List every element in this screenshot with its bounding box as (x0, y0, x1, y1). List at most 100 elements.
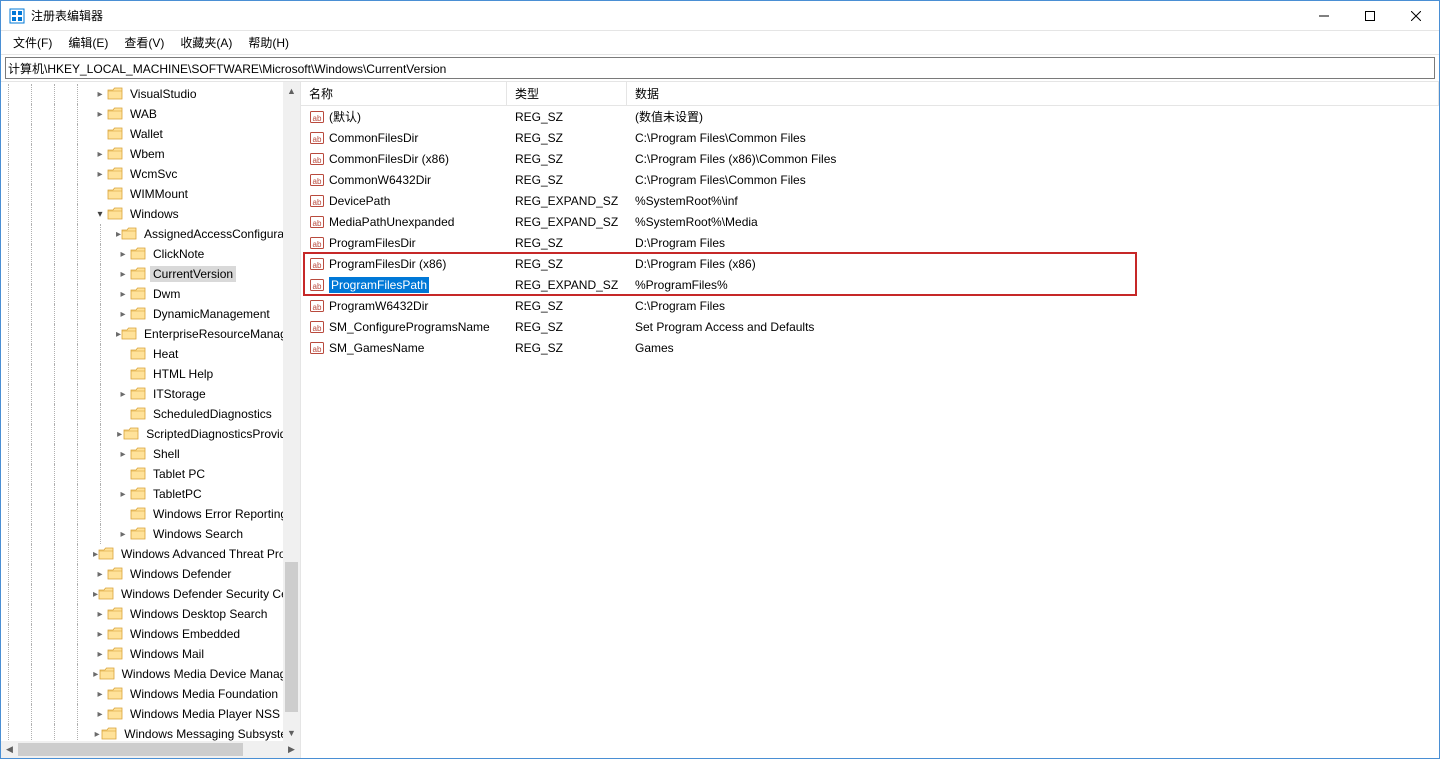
chevron-right-icon[interactable]: ▸ (116, 289, 130, 300)
menu-favorites[interactable]: 收藏夹(A) (172, 32, 240, 53)
chevron-right-icon[interactable]: ▸ (93, 709, 107, 720)
tree-item[interactable]: ▸Windows Defender Security Center (1, 584, 300, 604)
column-header-type[interactable]: 类型 (507, 82, 627, 105)
value-row[interactable]: abProgramFilesDir (x86)REG_SZD:\Program … (301, 253, 1439, 274)
chevron-right-icon[interactable]: ▸ (93, 609, 107, 620)
scroll-left-icon[interactable]: ◀ (1, 741, 18, 758)
chevron-right-icon[interactable]: ▸ (93, 649, 107, 660)
value-row[interactable]: abProgramW6432DirREG_SZC:\Program Files (301, 295, 1439, 316)
tree-item-label: VisualStudio (127, 86, 200, 102)
horizontal-scroll-thumb[interactable] (18, 743, 243, 756)
chevron-right-icon[interactable]: ▸ (93, 149, 107, 160)
value-row[interactable]: abSM_ConfigureProgramsNameREG_SZSet Prog… (301, 316, 1439, 337)
chevron-right-icon[interactable]: ▸ (93, 569, 107, 580)
minimize-button[interactable] (1301, 1, 1347, 31)
svg-text:ab: ab (313, 135, 322, 144)
svg-text:ab: ab (313, 240, 322, 249)
tree-vertical-scrollbar[interactable]: ▲ ▼ (283, 82, 300, 741)
tree-item[interactable]: ▸Shell (1, 444, 300, 464)
svg-text:ab: ab (313, 156, 322, 165)
tree-item[interactable]: ▸Wbem (1, 144, 300, 164)
chevron-right-icon[interactable]: ▸ (93, 109, 107, 120)
value-row[interactable]: abDevicePathREG_EXPAND_SZ%SystemRoot%\in… (301, 190, 1439, 211)
chevron-right-icon[interactable]: ▸ (116, 269, 130, 280)
tree-item[interactable]: Tablet PC (1, 464, 300, 484)
scroll-right-icon[interactable]: ▶ (283, 741, 300, 758)
tree-item[interactable]: ▸Windows Search (1, 524, 300, 544)
menu-file[interactable]: 文件(F) (5, 32, 60, 53)
folder-icon (130, 367, 146, 381)
tree-item[interactable]: ▸ClickNote (1, 244, 300, 264)
tree-item[interactable]: ▾Windows (1, 204, 300, 224)
menu-view[interactable]: 查看(V) (116, 32, 172, 53)
scroll-down-icon[interactable]: ▼ (283, 724, 300, 741)
chevron-right-icon[interactable]: ▸ (116, 429, 123, 440)
tree-item[interactable]: ScheduledDiagnostics (1, 404, 300, 424)
value-row[interactable]: abCommonFilesDirREG_SZC:\Program Files\C… (301, 127, 1439, 148)
tree-item[interactable]: Windows Error Reporting (1, 504, 300, 524)
value-row[interactable]: abSM_GamesNameREG_SZGames (301, 337, 1439, 358)
folder-icon (130, 447, 146, 461)
tree-item[interactable]: ▸EnterpriseResourceManager (1, 324, 300, 344)
value-row[interactable]: ab(默认)REG_SZ(数值未设置) (301, 106, 1439, 127)
menu-help[interactable]: 帮助(H) (240, 32, 297, 53)
tree-item[interactable]: ▸Windows Media Foundation (1, 684, 300, 704)
titlebar[interactable]: 注册表编辑器 (1, 1, 1439, 31)
tree-item[interactable]: ▸Windows Mail (1, 644, 300, 664)
tree-item[interactable]: WIMMount (1, 184, 300, 204)
chevron-down-icon[interactable]: ▾ (93, 209, 107, 220)
folder-icon (107, 207, 123, 221)
chevron-right-icon[interactable]: ▸ (93, 689, 107, 700)
tree-item[interactable]: ▸CurrentVersion (1, 264, 300, 284)
chevron-right-icon[interactable]: ▸ (116, 309, 130, 320)
tree-item[interactable]: ▸AssignedAccessConfiguration (1, 224, 300, 244)
value-row[interactable]: abCommonFilesDir (x86)REG_SZC:\Program F… (301, 148, 1439, 169)
chevron-right-icon[interactable]: ▸ (116, 529, 130, 540)
value-row[interactable]: abMediaPathUnexpandedREG_EXPAND_SZ%Syste… (301, 211, 1439, 232)
value-data: (数值未设置) (627, 108, 1439, 125)
vertical-scroll-thumb[interactable] (285, 562, 298, 712)
column-header-data[interactable]: 数据 (627, 82, 1439, 105)
tree-item[interactable]: ▸TabletPC (1, 484, 300, 504)
close-button[interactable] (1393, 1, 1439, 31)
column-header-name[interactable]: 名称 (301, 82, 507, 105)
tree-item[interactable]: HTML Help (1, 364, 300, 384)
tree-item[interactable]: ▸Windows Messaging Subsystem (1, 724, 300, 741)
value-row[interactable]: abCommonW6432DirREG_SZC:\Program Files\C… (301, 169, 1439, 190)
tree-horizontal-scrollbar[interactable]: ◀ ▶ (1, 741, 300, 758)
chevron-right-icon[interactable]: ▸ (93, 729, 101, 740)
address-bar[interactable]: 计算机\HKEY_LOCAL_MACHINE\SOFTWARE\Microsof… (5, 57, 1435, 79)
value-name: SM_GamesName (329, 341, 424, 355)
tree-item[interactable]: ▸DynamicManagement (1, 304, 300, 324)
value-row[interactable]: abProgramFilesPathREG_EXPAND_SZ%ProgramF… (301, 274, 1439, 295)
tree-item[interactable]: ▸Dwm (1, 284, 300, 304)
chevron-right-icon[interactable]: ▸ (116, 389, 130, 400)
tree-item[interactable]: ▸ VisualStudio (1, 84, 300, 104)
chevron-right-icon[interactable]: ▸ (93, 629, 107, 640)
chevron-right-icon[interactable]: ▸ (116, 249, 130, 260)
scroll-up-icon[interactable]: ▲ (283, 82, 300, 99)
tree-item[interactable]: ▸ITStorage (1, 384, 300, 404)
value-row[interactable]: abProgramFilesDirREG_SZD:\Program Files (301, 232, 1439, 253)
tree-item[interactable]: ▸ScriptedDiagnosticsProvider (1, 424, 300, 444)
maximize-button[interactable] (1347, 1, 1393, 31)
chevron-right-icon[interactable]: ▸ (93, 169, 107, 180)
tree-item[interactable]: ▸Windows Advanced Threat Protection (1, 544, 300, 564)
tree-item[interactable]: Wallet (1, 124, 300, 144)
chevron-right-icon[interactable]: ▸ (93, 89, 107, 100)
tree-item[interactable]: Heat (1, 344, 300, 364)
chevron-right-icon[interactable]: ▸ (116, 489, 130, 500)
registry-tree[interactable]: ▸ VisualStudio ▸WABWallet▸Wbem▸WcmSvcWIMMo… (1, 82, 300, 741)
tree-item[interactable]: ▸Windows Defender (1, 564, 300, 584)
tree-item[interactable]: ▸Windows Embedded (1, 624, 300, 644)
menu-edit[interactable]: 编辑(E) (60, 32, 116, 53)
tree-item[interactable]: ▸Windows Media Device Manager (1, 664, 300, 684)
tree-item-label: Windows Advanced Threat Protection (118, 546, 300, 562)
folder-icon (130, 287, 146, 301)
value-list[interactable]: ab(默认)REG_SZ(数值未设置)abCommonFilesDirREG_S… (301, 106, 1439, 758)
chevron-right-icon[interactable]: ▸ (116, 449, 130, 460)
tree-item[interactable]: ▸Windows Desktop Search (1, 604, 300, 624)
tree-item[interactable]: ▸WAB (1, 104, 300, 124)
tree-item[interactable]: ▸Windows Media Player NSS (1, 704, 300, 724)
tree-item[interactable]: ▸WcmSvc (1, 164, 300, 184)
